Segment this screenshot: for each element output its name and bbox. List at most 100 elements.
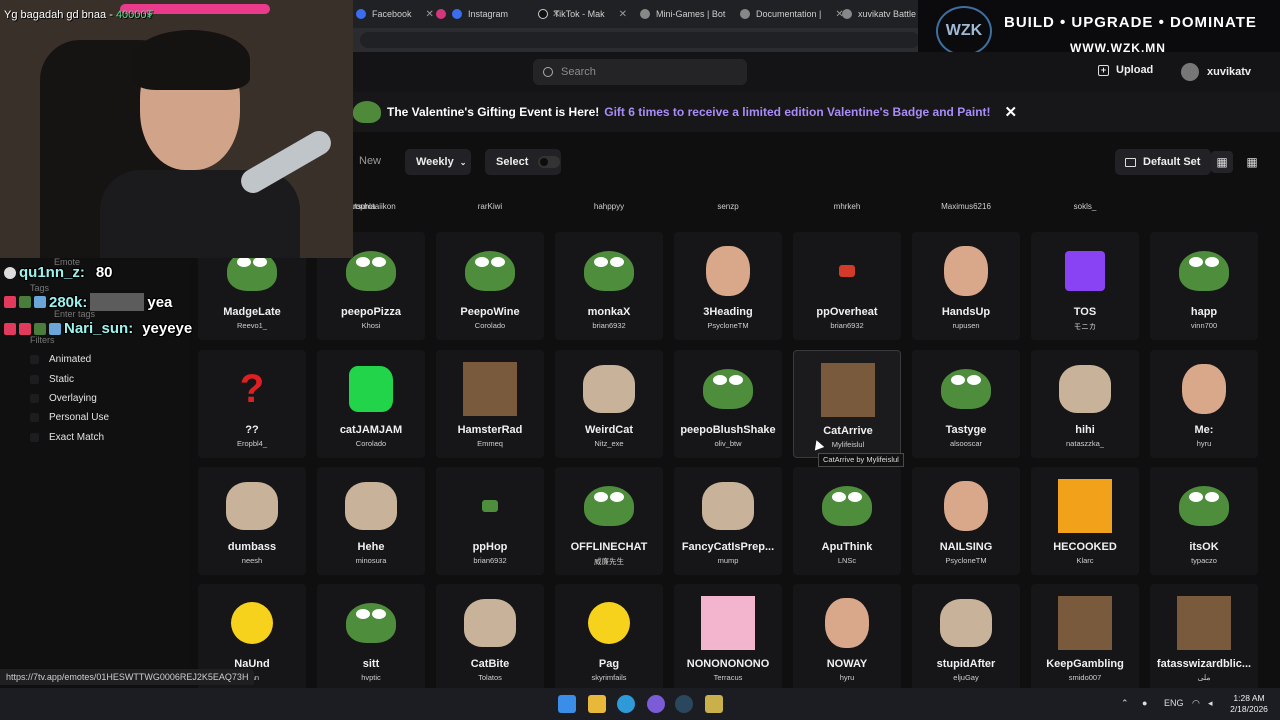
emote-card[interactable]: happ vinn700 [1150, 232, 1258, 340]
emote-card[interactable]: WeirdCat Nitz_exe [555, 350, 663, 458]
file-explorer-icon[interactable] [588, 695, 606, 713]
checkbox[interactable] [30, 374, 39, 384]
emote-card[interactable]: TOS モニカ [1031, 232, 1139, 340]
filter-exact-match[interactable]: Exact Match [30, 428, 109, 447]
emote-owner[interactable]: PsycloneTM [912, 556, 1020, 565]
emote-owner[interactable]: ملی [1150, 673, 1258, 682]
emote-card[interactable]: dumbass neesh [198, 467, 306, 575]
emote-card[interactable]: CatArrive Mylifeislul [793, 350, 901, 458]
emote-owner[interactable]: neesh [198, 556, 306, 565]
volume-icon[interactable]: ◂ [1208, 698, 1213, 709]
emote-card[interactable]: itsOK typaczo [1150, 467, 1258, 575]
url-field[interactable] [360, 32, 920, 48]
emote-owner[interactable]: Corolado [317, 439, 425, 448]
emote-owner[interactable]: oliv_btw [674, 439, 782, 448]
sort-dropdown[interactable]: Weekly ⌄ [405, 149, 471, 175]
emote-owner[interactable]: hahppyy [555, 202, 663, 211]
emote-owner[interactable]: 威廉先生 [555, 556, 663, 567]
emote-owner[interactable]: skyrimfails [555, 673, 663, 682]
system-clock[interactable]: 1:28 AM 2/18/2026 [1224, 693, 1274, 715]
emote-card[interactable]: ppOverheat brian6932 [793, 232, 901, 340]
emote-owner[interactable]: Tolatos [436, 673, 544, 682]
emote-card[interactable]: 3Heading PsycloneTM [674, 232, 782, 340]
emote-card[interactable]: fatasswizardblic... ملی [1150, 584, 1258, 692]
emote-card[interactable]: Hehe minosura [317, 467, 425, 575]
windows-start-icon[interactable] [558, 695, 576, 713]
emote-owner[interactable]: smido007 [1031, 673, 1139, 682]
select-toggle[interactable]: Select [485, 149, 561, 175]
emote-card[interactable]: PeepoWine Corolado [436, 232, 544, 340]
emote-owner[interactable]: typaczo [1150, 556, 1258, 565]
emote-card[interactable]: HECOOKED Klarc [1031, 467, 1139, 575]
discord-icon[interactable] [647, 695, 665, 713]
emote-owner[interactable]: minosura [317, 556, 425, 565]
emote-card[interactable]: HandsUp rupusen [912, 232, 1020, 340]
compact-grid-icon[interactable]: ▦ [1241, 151, 1263, 173]
emote-owner[interactable]: vinn700 [1150, 321, 1258, 330]
emote-card[interactable]: catJAMJAM Corolado [317, 350, 425, 458]
emote-owner[interactable]: hyru [1150, 439, 1258, 448]
emote-card[interactable]: ApuThink LNSc [793, 467, 901, 575]
announcement-link[interactable]: Gift 6 times to receive a limited editio… [604, 105, 990, 119]
default-set-button[interactable]: Default Set [1115, 149, 1211, 175]
emote-card[interactable]: NONONONONO Terracus [674, 584, 782, 692]
tab-tiktok[interactable]: TikTok - Mak ✕ [538, 4, 627, 24]
checkbox[interactable] [30, 393, 39, 403]
emote-card[interactable]: Pag skyrimfails [555, 584, 663, 692]
emote-owner[interactable]: nataszzka_ [1031, 439, 1139, 448]
wifi-icon[interactable]: ◠ [1192, 698, 1200, 709]
checkbox[interactable] [30, 355, 39, 365]
emote-owner[interactable]: Khosi [317, 321, 425, 330]
tab-facebook[interactable]: Facebook ✕ [356, 4, 434, 24]
emote-card[interactable]: NAILSING PsycloneTM [912, 467, 1020, 575]
emote-owner[interactable]: Reevo1_ [198, 321, 306, 330]
filter-static[interactable]: Static [30, 369, 109, 388]
emote-card[interactable]: stupidAfter eljuGay [912, 584, 1020, 692]
emote-owner[interactable]: sokls_ [1031, 202, 1139, 211]
emote-card[interactable]: CatBite Tolatos [436, 584, 544, 692]
emote-owner[interactable]: Terracus [674, 673, 782, 682]
emote-owner[interactable]: alsooscar [912, 439, 1020, 448]
emote-owner[interactable]: Mylifeislul [794, 440, 902, 449]
emote-owner[interactable]: LNSc [793, 556, 901, 565]
emote-owner[interactable]: モニカ [1031, 321, 1139, 332]
tab-documentation[interactable]: Documentation | ✕ [740, 4, 844, 24]
emote-card[interactable]: Me: hyru [1150, 350, 1258, 458]
checkbox[interactable] [30, 432, 39, 442]
microphone-icon[interactable]: ● [1142, 698, 1147, 708]
language-indicator[interactable]: ENG [1164, 698, 1184, 708]
tab-new[interactable]: New [359, 155, 381, 167]
chevron-up-icon[interactable]: ⌃ [1121, 698, 1129, 709]
user-menu[interactable]: xuvikatv [1181, 63, 1251, 81]
emote-owner[interactable]: rarKiwi [436, 202, 544, 211]
emote-card[interactable]: hihi nataszzka_ [1031, 350, 1139, 458]
emote-card[interactable]: monkaX brian6932 [555, 232, 663, 340]
emote-card[interactable]: sitt hvptic [317, 584, 425, 692]
emote-card[interactable]: peepoBlushShake oliv_btw [674, 350, 782, 458]
search-input[interactable]: Search [533, 59, 747, 85]
steam-icon[interactable] [675, 695, 693, 713]
upload-button[interactable]: + Upload [1098, 64, 1153, 76]
emote-owner[interactable]: Nitz_exe [555, 439, 663, 448]
emote-card[interactable]: Tastyge alsooscar [912, 350, 1020, 458]
emote-owner[interactable]: Emmeq [436, 439, 544, 448]
emote-owner[interactable]: mhrkeh [793, 202, 901, 211]
emote-owner[interactable]: Maximus6216 [912, 202, 1020, 211]
emote-owner[interactable]: brian6932 [555, 321, 663, 330]
filter-overlaying[interactable]: Overlaying [30, 389, 109, 408]
emote-card[interactable]: NOWAY hyru [793, 584, 901, 692]
filter-animated[interactable]: Animated [30, 350, 109, 369]
emote-owner[interactable]: hvptic [317, 673, 425, 682]
emote-owner[interactable]: brian6932 [793, 321, 901, 330]
emote-owner[interactable]: senzp [674, 202, 782, 211]
emote-card[interactable]: ??? Eropbl4_ [198, 350, 306, 458]
close-icon[interactable]: ✕ [1005, 103, 1018, 121]
emote-owner[interactable]: Corolado [436, 321, 544, 330]
emote-card[interactable]: OFFLINECHAT 威廉先生 [555, 467, 663, 575]
emote-owner[interactable]: brian6932 [436, 556, 544, 565]
emote-owner[interactable]: eljuGay [912, 673, 1020, 682]
emote-card[interactable]: ppHop brian6932 [436, 467, 544, 575]
app-icon[interactable] [705, 695, 723, 713]
grid-view-icon[interactable]: ▦ [1211, 151, 1233, 173]
tab-mini-games[interactable]: Mini-Games | Bot ✕ [640, 4, 748, 24]
